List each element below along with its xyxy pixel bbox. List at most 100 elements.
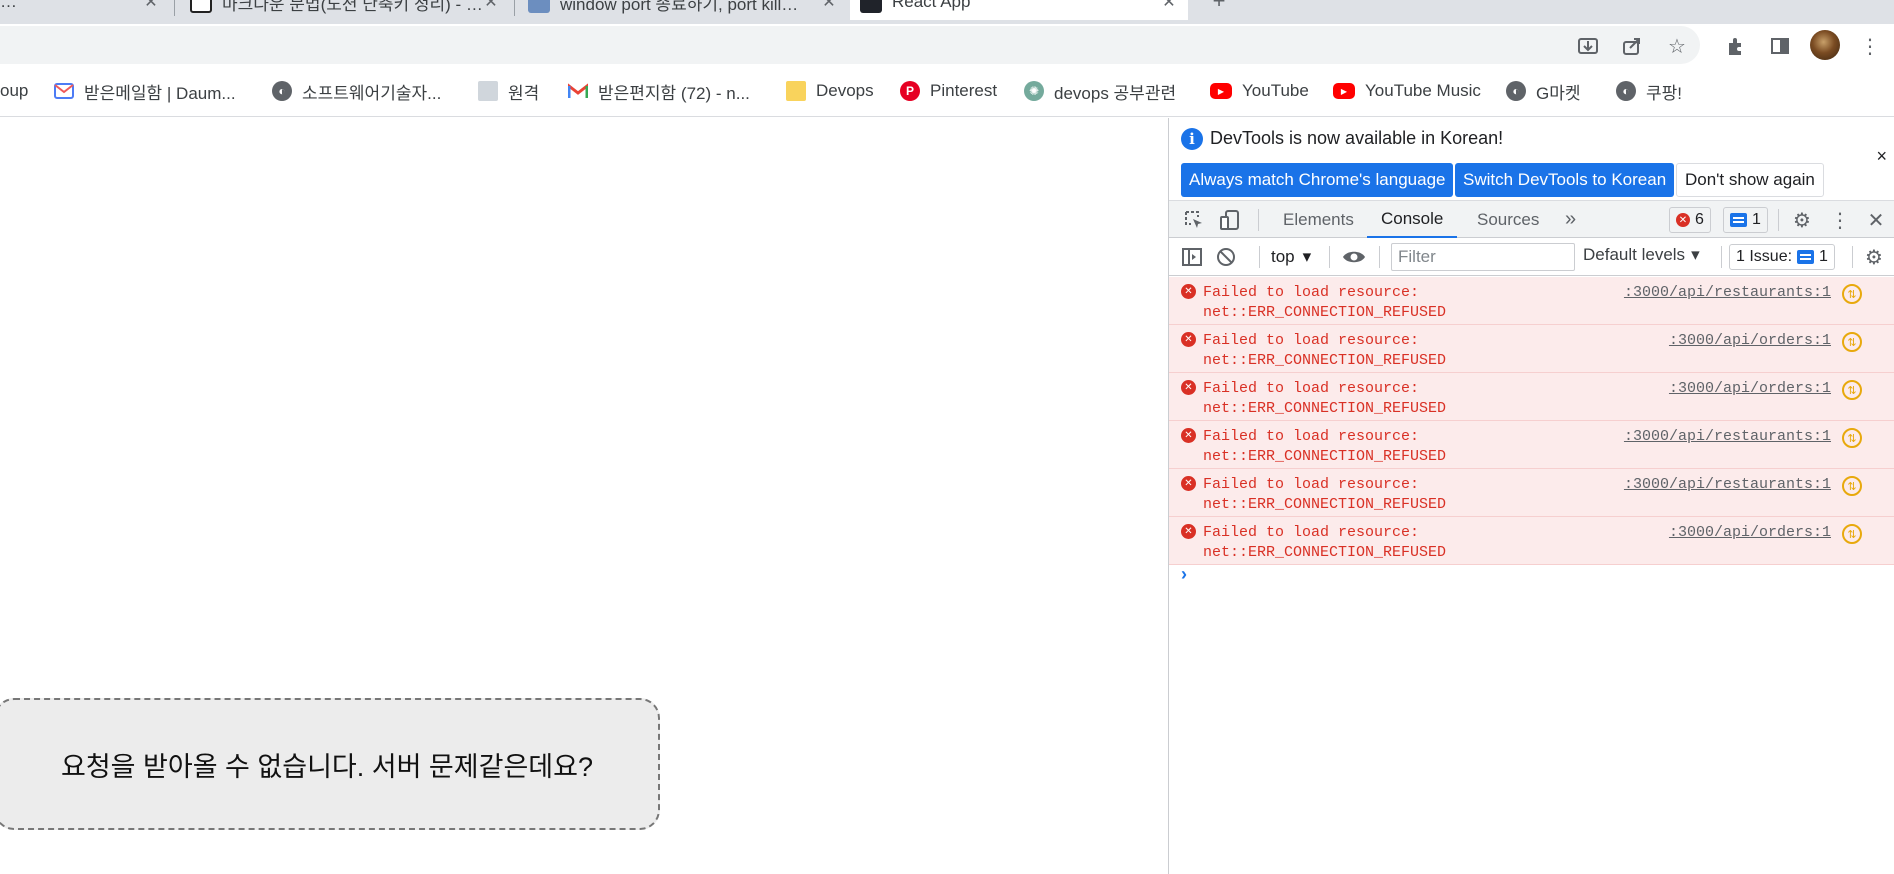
bookmark-item[interactable]: ▶ YouTube [1210,77,1309,105]
dont-show-again-button[interactable]: Don't show again [1676,163,1824,197]
tab-3-active[interactable]: React App ✕ [850,0,1188,20]
switch-to-korean-button[interactable]: Switch DevTools to Korean [1455,163,1675,197]
bookmark-item[interactable]: ◐ 쿠팡! [1616,77,1682,105]
log-line-1: Failed to load resource: [1203,524,1420,541]
tab-divider [174,0,175,16]
bookmark-item[interactable]: ▶ YouTube Music [1333,77,1481,105]
menu-kebab-icon[interactable]: ⋮ [1856,32,1884,60]
bookmark-item[interactable]: 원격 [478,77,539,105]
log-source-link[interactable]: :3000/api/restaurants:1 [1624,283,1831,303]
tab-2[interactable]: window port 종료하기, port kill… ✕ [518,0,848,20]
tab-title: React App [892,0,971,11]
bookmark-item[interactable]: P Pinterest [900,77,997,105]
log-line-2: net::ERR_CONNECTION_REFUSED [1203,304,1447,321]
bookmark-label: oup [0,81,29,100]
tab-console[interactable]: Console [1367,201,1458,238]
log-line-1: Failed to load resource: [1203,380,1420,397]
console-prompt-chevron-icon[interactable]: › [1181,564,1187,585]
tab-1[interactable]: 마크다운 문법(노션 단축키 정리) - … ✕ [180,0,510,20]
error-count-badge[interactable]: ✕ 6 [1669,207,1711,233]
install-icon[interactable] [1574,32,1602,60]
tab-sources[interactable]: Sources [1477,201,1539,238]
always-match-language-button[interactable]: Always match Chrome's language [1181,163,1454,197]
globe-icon: ◐ [1506,81,1526,101]
extensions-icon[interactable] [1722,32,1750,60]
log-source-link[interactable]: :3000/api/orders:1 [1669,523,1831,543]
tab-0[interactable]: … ✕ [0,0,170,20]
clear-console-icon[interactable] [1213,244,1239,270]
bookmark-item[interactable]: Devops [786,77,874,105]
message-count-badge[interactable]: 1 [1723,207,1768,233]
bookmark-item[interactable]: ✺ devops 공부관련 [1024,77,1176,105]
show-sidebar-icon[interactable] [1179,244,1205,270]
bookmarks-bar: oup 받은메일함 | Daum... ◐ 소프트웨어기술자... 원격 받은편… [0,67,1894,117]
network-request-icon[interactable]: ⇅ [1842,524,1862,544]
bookmark-label: devops 공부관련 [1054,83,1177,103]
close-icon[interactable]: ✕ [482,0,500,12]
network-request-icon[interactable]: ⇅ [1842,380,1862,400]
daum-mail-icon [54,81,74,101]
network-request-icon[interactable]: ⇅ [1842,476,1862,496]
network-request-icon[interactable]: ⇅ [1842,332,1862,352]
console-error-row: ✕ Failed to load resource: net::ERR_CONN… [1169,325,1894,373]
network-request-icon[interactable]: ⇅ [1842,428,1862,448]
dropdown-arrow-icon: ▾ [1691,245,1700,264]
console-filter-input[interactable] [1391,243,1575,271]
bookmark-item[interactable]: oup [0,77,28,105]
address-bar[interactable] [0,26,1700,64]
remote-icon [478,81,498,101]
log-message: Failed to load resource: net::ERR_CONNEC… [1203,331,1446,371]
bookmark-item[interactable]: ◐ 소프트웨어기술자... [272,77,441,105]
new-tab-button[interactable]: + [1206,0,1232,14]
bookmark-label: 원격 [508,83,540,103]
log-line-2: net::ERR_CONNECTION_REFUSED [1203,352,1447,369]
console-error-row: ✕ Failed to load resource: net::ERR_CONN… [1169,421,1894,469]
share-icon[interactable] [1618,32,1646,60]
device-toolbar-icon[interactable] [1217,207,1243,233]
toolbar-divider [1329,246,1330,268]
bookmark-item[interactable]: 받은편지함 (72) - n... [568,77,750,105]
console-settings-gear-icon[interactable]: ⚙ [1861,244,1887,270]
error-count: 6 [1695,211,1704,228]
log-source-link[interactable]: :3000/api/restaurants:1 [1624,427,1831,447]
settings-gear-icon[interactable]: ⚙ [1789,207,1815,233]
log-source-link[interactable]: :3000/api/orders:1 [1669,331,1831,351]
log-line-1: Failed to load resource: [1203,284,1420,301]
issues-count: 1 [1819,248,1828,265]
bookmark-item[interactable]: ◐ G마켓 [1506,77,1581,105]
log-levels-dropdown[interactable]: Default levels ▾ [1583,245,1700,265]
log-line-2: net::ERR_CONNECTION_REFUSED [1203,448,1447,465]
network-request-icon[interactable]: ⇅ [1842,284,1862,304]
error-icon: ✕ [1181,380,1196,395]
issues-badge[interactable]: 1 Issue: 1 [1729,244,1835,270]
close-devtools-icon[interactable]: ✕ [1863,207,1889,233]
inspect-element-icon[interactable] [1181,207,1207,233]
devtools-menu-icon[interactable]: ⋮ [1827,207,1853,233]
context-selector[interactable]: top ▾ [1271,245,1311,269]
close-icon[interactable]: ✕ [1160,0,1178,12]
tab-title: window port 종료하기, port kill… [560,0,799,14]
log-source-link[interactable]: :3000/api/restaurants:1 [1624,475,1831,495]
profile-avatar[interactable] [1810,30,1840,60]
log-line-1: Failed to load resource: [1203,428,1420,445]
tab-elements[interactable]: Elements [1283,201,1354,238]
side-panel-icon[interactable] [1766,32,1794,60]
log-source-link[interactable]: :3000/api/orders:1 [1669,379,1831,399]
bookmark-label: Devops [816,81,874,100]
devtools-tabbar: Elements Console Sources » ✕ 6 1 ⚙ ⋮ ✕ [1169,200,1894,238]
toolbar-divider [1721,246,1722,268]
log-line-2: net::ERR_CONNECTION_REFUSED [1203,496,1447,513]
toolbar-divider [1778,209,1779,231]
bookmark-item[interactable]: 받은메일함 | Daum... [54,77,236,105]
bookmark-label: 소프트웨어기술자... [302,83,442,103]
bookmark-label: G마켓 [1536,83,1581,103]
error-icon: ✕ [1181,284,1196,299]
live-expression-eye-icon[interactable] [1341,244,1367,270]
more-tabs-button[interactable]: » [1565,201,1576,238]
close-icon[interactable]: × [1876,146,1887,167]
close-icon[interactable]: ✕ [142,0,160,12]
info-icon: i [1181,128,1203,150]
close-icon[interactable]: ✕ [820,0,838,12]
bookmark-star-icon[interactable]: ☆ [1663,32,1691,60]
console-error-row: ✕ Failed to load resource: net::ERR_CONN… [1169,469,1894,517]
